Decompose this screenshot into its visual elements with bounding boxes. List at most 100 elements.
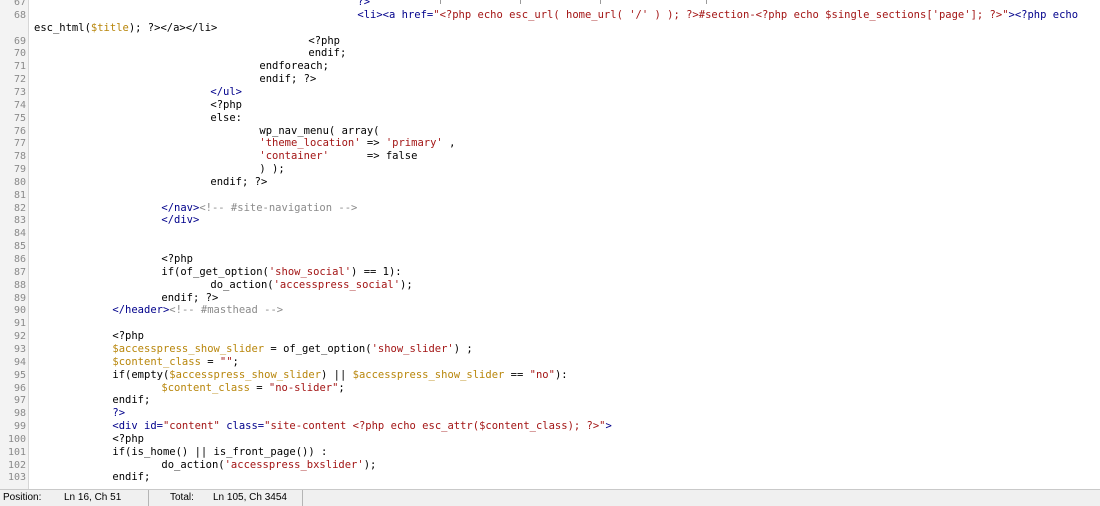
code-line[interactable]: 91 <box>0 317 1100 330</box>
code-line[interactable]: 68 <li><a href="<?php echo esc_url( home_… <box>0 9 1100 22</box>
code-text: esc_html($title); ?></a></li> <box>34 22 217 35</box>
code-line[interactable]: 80 endif; ?> <box>0 176 1100 189</box>
code-token: $accesspress_show_slider <box>352 368 505 381</box>
code-token: = <box>249 381 269 394</box>
code-token: 'accesspress_bxslider' <box>224 458 364 471</box>
code-line[interactable]: 96 $content_class = "no-slider"; <box>0 382 1100 395</box>
code-line[interactable]: 86 <?php <box>0 253 1100 266</box>
code-text: </nav><!-- #site-navigation --> <box>161 202 357 215</box>
code-token: if(empty( <box>112 368 170 381</box>
total-label: Total: <box>170 492 194 503</box>
code-editor[interactable]: 67 ?> 68 <li><a href="<?php echo esc_url( h… <box>0 0 1100 489</box>
line-number: 77 <box>13 138 26 150</box>
line-number: 94 <box>13 356 26 368</box>
code-token: => <box>360 137 386 150</box>
code-line[interactable]: 95 if(empty($accesspress_show_slider) || … <box>0 369 1100 382</box>
code-token: ); <box>400 278 413 291</box>
code-token: ) == 1): <box>351 265 402 278</box>
code-text: </ul> <box>210 86 242 99</box>
line-number: 80 <box>13 176 26 188</box>
code-line[interactable]: 100 <?php <box>0 433 1100 446</box>
code-text: do_action('accesspress_bxslider'); <box>161 459 376 472</box>
code-text: $content_class = ""; <box>112 356 238 369</box>
code-line[interactable]: 98 ?> <box>0 407 1100 420</box>
line-number: 91 <box>13 318 26 330</box>
code-text: <?php <box>112 433 144 446</box>
line-number: 89 <box>13 292 26 304</box>
code-line[interactable]: 101 if(is_home() || is_front_page()) : <box>0 446 1100 459</box>
code-line[interactable]: 73 </ul> <box>0 86 1100 99</box>
line-number: 103 <box>7 472 26 484</box>
code-line[interactable]: 71 endforeach; <box>0 60 1100 73</box>
code-text: endif; <box>112 471 150 484</box>
line-number: 76 <box>13 125 26 137</box>
code-token: <?php <box>112 330 144 343</box>
code-token: ): <box>554 368 568 381</box>
code-token: <?php <box>308 34 340 47</box>
code-token: esc_html( <box>34 21 91 34</box>
total-value: Ln 105, Ch 3454 <box>213 492 287 503</box>
code-line[interactable]: esc_html($title); ?></a></li> <box>0 22 1100 35</box>
position-label: Position: <box>3 492 42 503</box>
code-line[interactable]: 82 </nav><!-- #site-navigation --> <box>0 202 1100 215</box>
code-token: = of_get_option( <box>264 342 372 355</box>
line-number: 79 <box>13 164 26 176</box>
code-line[interactable]: 69 <?php <box>0 35 1100 48</box>
code-line[interactable]: 97 endif; <box>0 394 1100 407</box>
line-number: 88 <box>13 279 26 291</box>
line-number: 92 <box>13 331 26 343</box>
line-number: 101 <box>7 446 26 458</box>
code-token: 'accesspress_social' <box>273 278 401 291</box>
code-line[interactable]: 94 $content_class = ""; <box>0 356 1100 369</box>
code-line[interactable]: 93 $accesspress_show_slider = of_get_opti… <box>0 343 1100 356</box>
code-text: </header><!-- #masthead --> <box>112 304 283 317</box>
code-line[interactable]: 92 <?php <box>0 330 1100 343</box>
code-line[interactable]: 85 <box>0 240 1100 253</box>
code-line[interactable]: 78 'container' => false <box>0 150 1100 163</box>
code-token: endforeach; <box>259 60 329 73</box>
code-token: 'container' <box>259 150 329 163</box>
code-line[interactable]: 70 endif; <box>0 47 1100 60</box>
code-line[interactable]: 67 ?> <box>0 0 1100 9</box>
code-line[interactable]: 87 if(of_get_option('show_social') == 1): <box>0 266 1100 279</box>
code-token: ) ); <box>259 163 285 176</box>
code-line[interactable]: 99 <div id="content" class="site-content … <box>0 420 1100 433</box>
line-number: 100 <box>7 433 26 445</box>
code-text: ) ); <box>259 163 284 176</box>
code-token: ); ?></a></li> <box>128 21 218 34</box>
code-token: $accesspress_show_slider <box>169 368 322 381</box>
code-token: do_action( <box>161 458 225 471</box>
code-text: endif; ?> <box>259 73 316 86</box>
line-number: 82 <box>13 202 26 214</box>
code-text: $accesspress_show_slider = of_get_option… <box>112 343 472 356</box>
code-line[interactable]: 103 endif; <box>0 471 1100 484</box>
code-line[interactable]: 83 </div> <box>0 214 1100 227</box>
code-line[interactable]: 84 <box>0 227 1100 240</box>
code-line[interactable]: 72 endif; ?> <box>0 73 1100 86</box>
code-line[interactable]: 76 wp_nav_menu( array( <box>0 125 1100 138</box>
code-line[interactable]: 74 <?php <box>0 99 1100 112</box>
position-value: Ln 16, Ch 51 <box>64 492 122 503</box>
code-text: endforeach; <box>259 60 329 73</box>
code-line[interactable]: 89 endif; ?> <box>0 292 1100 305</box>
code-token: ) || <box>321 368 353 381</box>
code-token: else: <box>210 111 242 124</box>
code-line[interactable]: 90 </header><!-- #masthead --> <box>0 304 1100 317</box>
code-text: $content_class = "no-slider"; <box>161 382 344 395</box>
code-token: endif; <box>112 471 151 484</box>
line-number: 68 <box>13 9 26 21</box>
code-token: if(of_get_option( <box>161 265 269 278</box>
code-line[interactable]: 81 <box>0 189 1100 202</box>
code-token: 'theme_location' <box>259 137 361 150</box>
code-token: 'show_slider' <box>371 342 454 355</box>
code-line[interactable]: 102 do_action('accesspress_bxslider'); <box>0 459 1100 472</box>
code-line[interactable]: 79 ) ); <box>0 163 1100 176</box>
code-token: "" <box>219 355 233 368</box>
code-line[interactable]: 75 else: <box>0 112 1100 125</box>
code-line[interactable]: 88 do_action('accesspress_social'); <box>0 279 1100 292</box>
line-number: 85 <box>13 241 26 253</box>
line-number: 98 <box>13 408 26 420</box>
line-number: 69 <box>13 35 26 47</box>
code-line[interactable]: 77 'theme_location' => 'primary' , <box>0 137 1100 150</box>
line-number: 96 <box>13 382 26 394</box>
